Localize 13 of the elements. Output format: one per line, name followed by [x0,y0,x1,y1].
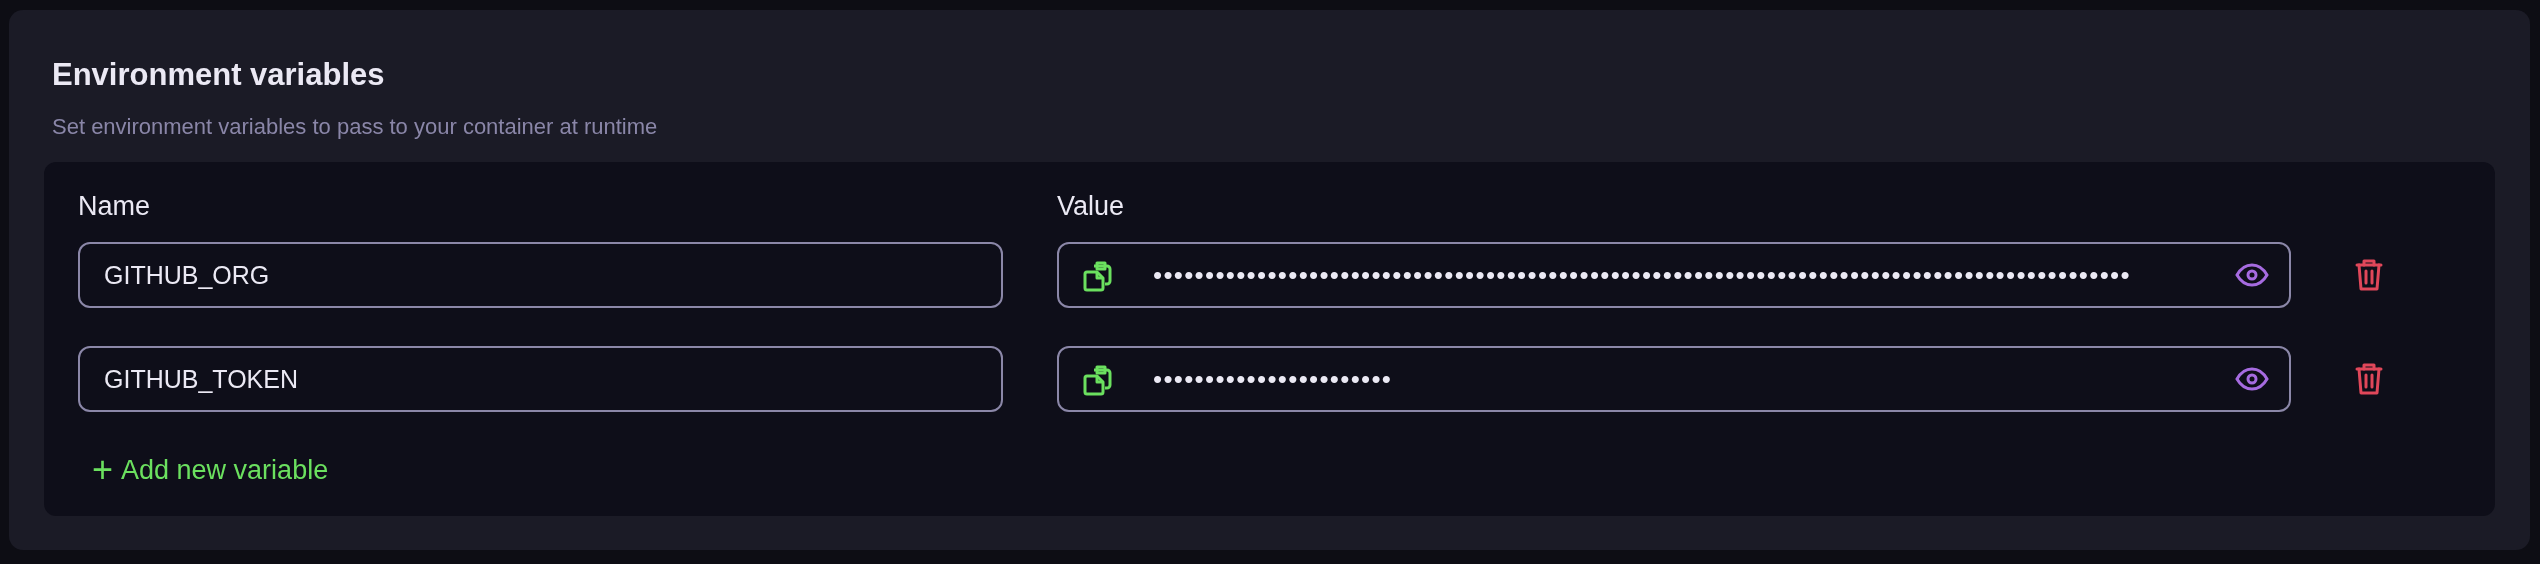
add-variable-button[interactable]: + Add new variable [92,450,329,491]
section-title: Environment variables [52,58,386,93]
eye-icon[interactable] [2235,263,2269,288]
eye-icon[interactable] [2235,367,2269,392]
section-description: Set environment variables to pass to your container at runtime [52,114,659,141]
column-label: Value [1057,192,1126,223]
delete-button[interactable] [2355,362,2383,397]
value-field[interactable]: •••••••••••••••••••••••••••••••••••••••••••••••••••••••••••••••••••••••••••••••••••••••••••••• [1057,242,2291,309]
column-label: Name [78,192,152,223]
value-field[interactable]: ••••••••••••••••••••••• [1057,346,2291,413]
name-field[interactable]: GITHUB_ORG [78,242,1003,309]
delete-button[interactable] [2355,258,2383,293]
name-field[interactable]: GITHUB_TOKEN [78,346,1003,413]
